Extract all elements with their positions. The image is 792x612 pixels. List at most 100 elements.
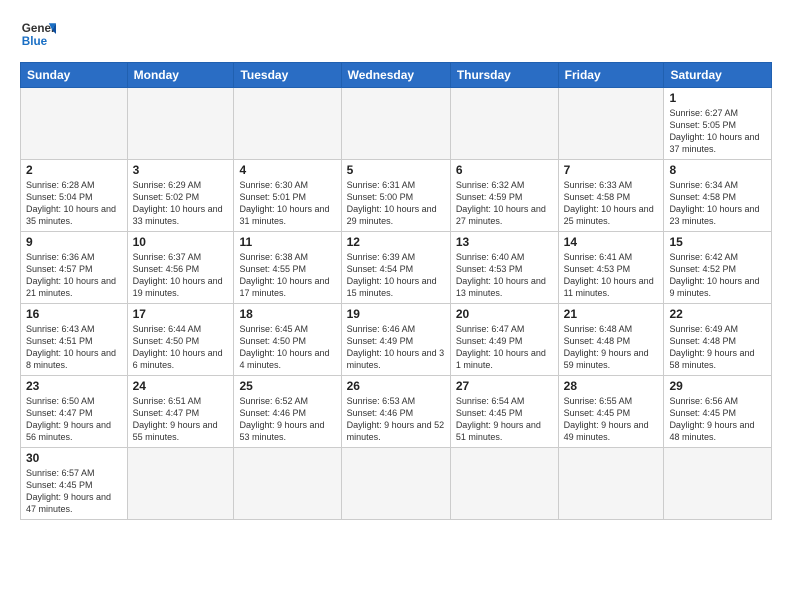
day-info: Sunrise: 6:43 AM Sunset: 4:51 PM Dayligh… — [26, 323, 122, 372]
day-info: Sunrise: 6:44 AM Sunset: 4:50 PM Dayligh… — [133, 323, 229, 372]
day-info: Sunrise: 6:53 AM Sunset: 4:46 PM Dayligh… — [347, 395, 445, 444]
day-number: 20 — [456, 307, 553, 321]
day-info: Sunrise: 6:34 AM Sunset: 4:58 PM Dayligh… — [669, 179, 766, 228]
day-number: 8 — [669, 163, 766, 177]
day-cell: 22 Sunrise: 6:49 AM Sunset: 4:48 PM Dayli… — [664, 304, 772, 376]
day-cell — [127, 88, 234, 160]
day-info: Sunrise: 6:46 AM Sunset: 4:49 PM Dayligh… — [347, 323, 445, 372]
day-cell — [558, 88, 664, 160]
day-cell: 28Sunrise: 6:55 AM Sunset: 4:45 PM Dayli… — [558, 376, 664, 448]
day-info: Sunrise: 6:40 AM Sunset: 4:53 PM Dayligh… — [456, 251, 553, 300]
week-row-1: 2 Sunrise: 6:28 AM Sunset: 5:04 PM Daylig… — [21, 160, 772, 232]
day-info: Sunrise: 6:49 AM Sunset: 4:48 PM Dayligh… — [669, 323, 766, 372]
day-number: 16 — [26, 307, 122, 321]
day-cell: 19 Sunrise: 6:46 AM Sunset: 4:49 PM Dayli… — [341, 304, 450, 376]
day-info: Sunrise: 6:41 AM Sunset: 4:53 PM Dayligh… — [564, 251, 659, 300]
weekday-header-friday: Friday — [558, 63, 664, 88]
day-cell: 20 Sunrise: 6:47 AM Sunset: 4:49 PM Dayli… — [450, 304, 558, 376]
day-cell: 27 Sunrise: 6:54 AM Sunset: 4:45 PM Dayli… — [450, 376, 558, 448]
day-info: Sunrise: 6:50 AM Sunset: 4:47 PM Dayligh… — [26, 395, 122, 444]
day-number: 10 — [133, 235, 229, 249]
day-cell: 1Sunrise: 6:27 AM Sunset: 5:05 PM Daylig… — [664, 88, 772, 160]
day-cell — [234, 448, 341, 520]
day-cell — [341, 88, 450, 160]
day-number: 22 — [669, 307, 766, 321]
day-cell — [21, 88, 128, 160]
day-info: Sunrise: 6:38 AM Sunset: 4:55 PM Dayligh… — [239, 251, 335, 300]
day-number: 23 — [26, 379, 122, 393]
day-cell: 23 Sunrise: 6:50 AM Sunset: 4:47 PM Dayli… — [21, 376, 128, 448]
day-number: 19 — [347, 307, 445, 321]
day-info: Sunrise: 6:45 AM Sunset: 4:50 PM Dayligh… — [239, 323, 335, 372]
day-number: 25 — [239, 379, 335, 393]
day-info: Sunrise: 6:37 AM Sunset: 4:56 PM Dayligh… — [133, 251, 229, 300]
day-cell: 16 Sunrise: 6:43 AM Sunset: 4:51 PM Dayli… — [21, 304, 128, 376]
weekday-header-monday: Monday — [127, 63, 234, 88]
day-number: 15 — [669, 235, 766, 249]
day-cell: 17 Sunrise: 6:44 AM Sunset: 4:50 PM Dayli… — [127, 304, 234, 376]
day-info: Sunrise: 6:57 AM Sunset: 4:45 PM Dayligh… — [26, 467, 122, 516]
day-cell: 9Sunrise: 6:36 AM Sunset: 4:57 PM Daylig… — [21, 232, 128, 304]
day-number: 7 — [564, 163, 659, 177]
day-number: 24 — [133, 379, 229, 393]
day-number: 29 — [669, 379, 766, 393]
day-cell: 7 Sunrise: 6:33 AM Sunset: 4:58 PM Daylig… — [558, 160, 664, 232]
day-number: 21 — [564, 307, 659, 321]
day-cell — [558, 448, 664, 520]
day-cell: 18 Sunrise: 6:45 AM Sunset: 4:50 PM Dayli… — [234, 304, 341, 376]
day-info: Sunrise: 6:36 AM Sunset: 4:57 PM Dayligh… — [26, 251, 122, 300]
day-cell: 11 Sunrise: 6:38 AM Sunset: 4:55 PM Dayli… — [234, 232, 341, 304]
day-info: Sunrise: 6:39 AM Sunset: 4:54 PM Dayligh… — [347, 251, 445, 300]
day-number: 13 — [456, 235, 553, 249]
day-cell: 26Sunrise: 6:53 AM Sunset: 4:46 PM Dayli… — [341, 376, 450, 448]
day-cell: 14 Sunrise: 6:41 AM Sunset: 4:53 PM Dayli… — [558, 232, 664, 304]
weekday-header-tuesday: Tuesday — [234, 63, 341, 88]
day-cell: 4Sunrise: 6:30 AM Sunset: 5:01 PM Daylig… — [234, 160, 341, 232]
day-info: Sunrise: 6:42 AM Sunset: 4:52 PM Dayligh… — [669, 251, 766, 300]
day-info: Sunrise: 6:47 AM Sunset: 4:49 PM Dayligh… — [456, 323, 553, 372]
day-info: Sunrise: 6:33 AM Sunset: 4:58 PM Dayligh… — [564, 179, 659, 228]
day-info: Sunrise: 6:32 AM Sunset: 4:59 PM Dayligh… — [456, 179, 553, 228]
day-info: Sunrise: 6:48 AM Sunset: 4:48 PM Dayligh… — [564, 323, 659, 372]
weekday-header-sunday: Sunday — [21, 63, 128, 88]
day-cell: 6Sunrise: 6:32 AM Sunset: 4:59 PM Daylig… — [450, 160, 558, 232]
day-cell: 12Sunrise: 6:39 AM Sunset: 4:54 PM Dayli… — [341, 232, 450, 304]
day-info: Sunrise: 6:56 AM Sunset: 4:45 PM Dayligh… — [669, 395, 766, 444]
day-info: Sunrise: 6:51 AM Sunset: 4:47 PM Dayligh… — [133, 395, 229, 444]
logo-icon: General Blue — [20, 16, 56, 52]
day-number: 3 — [133, 163, 229, 177]
day-cell — [450, 448, 558, 520]
weekday-header-wednesday: Wednesday — [341, 63, 450, 88]
week-row-4: 23 Sunrise: 6:50 AM Sunset: 4:47 PM Dayli… — [21, 376, 772, 448]
day-cell: 13 Sunrise: 6:40 AM Sunset: 4:53 PM Dayli… — [450, 232, 558, 304]
day-cell: 25Sunrise: 6:52 AM Sunset: 4:46 PM Dayli… — [234, 376, 341, 448]
day-number: 4 — [239, 163, 335, 177]
week-row-2: 9Sunrise: 6:36 AM Sunset: 4:57 PM Daylig… — [21, 232, 772, 304]
day-number: 5 — [347, 163, 445, 177]
day-number: 18 — [239, 307, 335, 321]
day-cell: 3Sunrise: 6:29 AM Sunset: 5:02 PM Daylig… — [127, 160, 234, 232]
weekday-header-thursday: Thursday — [450, 63, 558, 88]
page: General Blue SundayMondayTuesdayWednesda… — [0, 0, 792, 612]
day-number: 11 — [239, 235, 335, 249]
day-cell: 8 Sunrise: 6:34 AM Sunset: 4:58 PM Daylig… — [664, 160, 772, 232]
day-number: 1 — [669, 91, 766, 105]
day-number: 30 — [26, 451, 122, 465]
day-number: 17 — [133, 307, 229, 321]
day-cell — [450, 88, 558, 160]
day-info: Sunrise: 6:54 AM Sunset: 4:45 PM Dayligh… — [456, 395, 553, 444]
logo: General Blue — [20, 16, 56, 52]
week-row-5: 30 Sunrise: 6:57 AM Sunset: 4:45 PM Dayli… — [21, 448, 772, 520]
day-cell: 21 Sunrise: 6:48 AM Sunset: 4:48 PM Dayli… — [558, 304, 664, 376]
week-row-0: 1Sunrise: 6:27 AM Sunset: 5:05 PM Daylig… — [21, 88, 772, 160]
weekday-header-row: SundayMondayTuesdayWednesdayThursdayFrid… — [21, 63, 772, 88]
week-row-3: 16 Sunrise: 6:43 AM Sunset: 4:51 PM Dayli… — [21, 304, 772, 376]
day-number: 27 — [456, 379, 553, 393]
day-cell: 29 Sunrise: 6:56 AM Sunset: 4:45 PM Dayli… — [664, 376, 772, 448]
day-cell — [664, 448, 772, 520]
day-number: 2 — [26, 163, 122, 177]
day-info: Sunrise: 6:28 AM Sunset: 5:04 PM Dayligh… — [26, 179, 122, 228]
day-cell: 15 Sunrise: 6:42 AM Sunset: 4:52 PM Dayli… — [664, 232, 772, 304]
day-info: Sunrise: 6:31 AM Sunset: 5:00 PM Dayligh… — [347, 179, 445, 228]
day-number: 14 — [564, 235, 659, 249]
